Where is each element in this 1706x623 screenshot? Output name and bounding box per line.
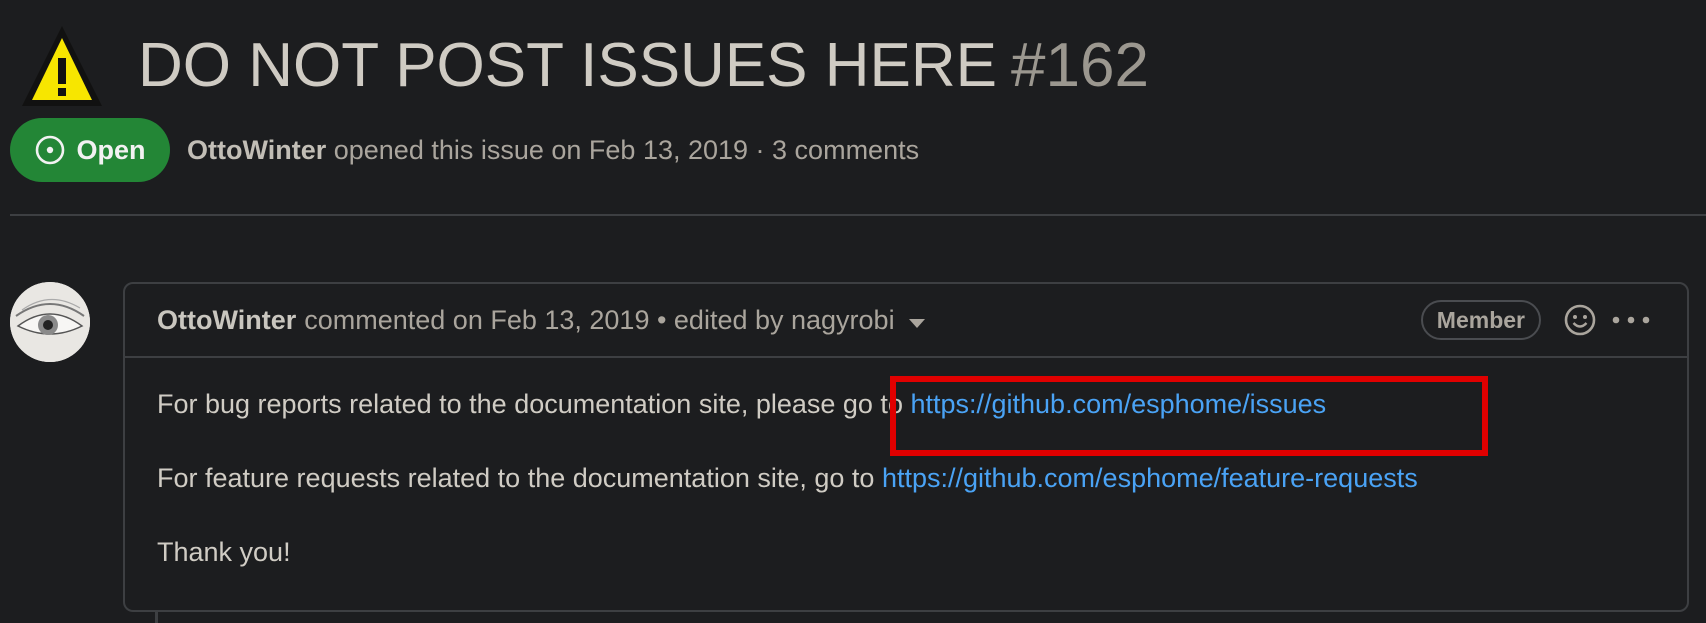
issue-title-text: DO NOT POST ISSUES HERE	[138, 31, 998, 100]
member-role-badge: Member	[1420, 300, 1541, 340]
comment-author-link[interactable]: OttoWinter	[157, 305, 296, 336]
issue-title: DO NOT POST ISSUES HERE #162	[138, 26, 1149, 106]
kebab-horizontal-icon[interactable]	[1611, 314, 1651, 326]
header-divider	[10, 214, 1706, 216]
issue-meta-text: opened this issue on Feb 13, 2019 · 3 co…	[326, 135, 920, 165]
issue-meta: OttoWinter opened this issue on Feb 13, …	[187, 132, 919, 168]
issue-author-link[interactable]: OttoWinter	[187, 135, 326, 165]
smiley-icon[interactable]	[1563, 303, 1597, 337]
highlight-box	[890, 376, 1488, 456]
paragraph-text: Thank you!	[157, 537, 291, 567]
issue-state-label: Open	[76, 134, 146, 165]
feature-requests-link[interactable]: https://github.com/esphome/feature-reque…	[882, 463, 1418, 493]
comment-meta-text: commented on Feb 13, 2019 • edited by na…	[304, 304, 895, 335]
avatar-eye-image	[10, 282, 90, 362]
comment-header: OttoWinter commented on Feb 13, 2019 • e…	[125, 284, 1687, 358]
comment-paragraph-thanks: Thank you!	[157, 532, 1655, 606]
issue-number: #162	[1011, 31, 1149, 100]
timeline-line	[155, 612, 158, 623]
paragraph-text: For feature requests related to the docu…	[157, 463, 882, 493]
issue-open-icon	[36, 135, 65, 165]
issue-state-badge: Open	[10, 118, 170, 182]
paragraph-text: For bug reports related to the documenta…	[157, 389, 911, 419]
avatar[interactable]	[10, 282, 90, 362]
warning-icon	[22, 26, 102, 106]
triangle-down-icon[interactable]	[908, 318, 925, 328]
comment-paragraph-feature-requests: For feature requests related to the docu…	[157, 458, 1655, 532]
